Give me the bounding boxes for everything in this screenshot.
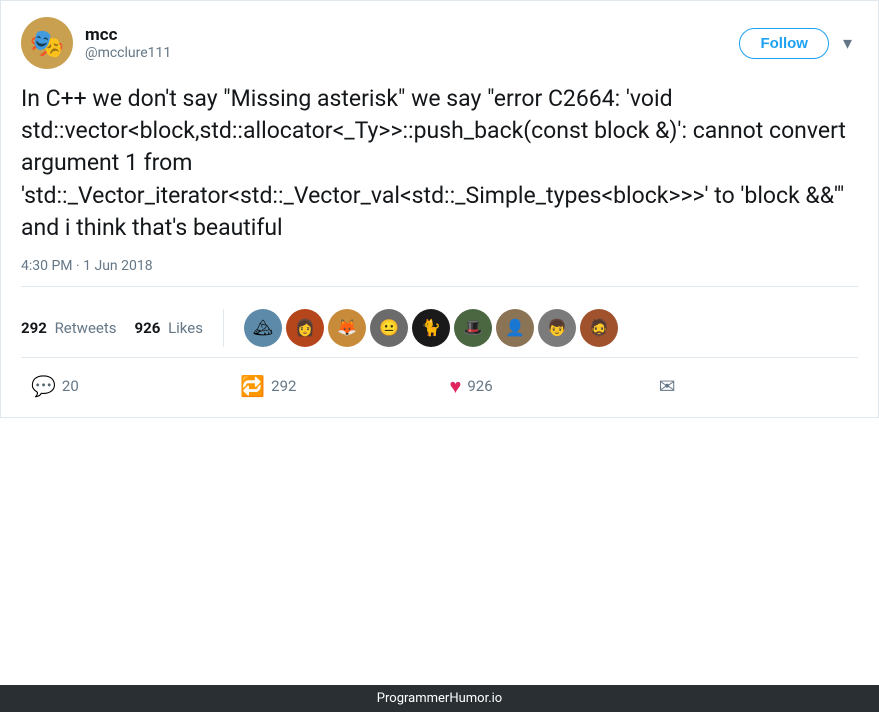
retweets-count: 292 [21,319,47,337]
avatar[interactable]: 🎭 [21,17,73,69]
reply-count: 20 [62,377,79,395]
tweet-header-left: 🎭 mcc @mcclure111 [21,17,171,69]
footer-text: ProgrammerHumor.io [377,691,502,706]
user-info: mcc @mcclure111 [85,25,171,61]
liker-avatar-6: 🎩 [454,309,492,347]
tweet-timestamp: 4:30 PM · 1 Jun 2018 [21,258,858,287]
retweet-count: 292 [271,377,296,395]
user-name: mcc [85,25,171,45]
retweets-stat: 292 Retweets [21,319,117,337]
stats-numbers: 292 Retweets 926 Likes [21,319,223,337]
like-count: 926 [467,377,492,395]
likers-avatar-row: 🏔 👩 🦊 😐 🐈 🎩 👤 👦 🧔 [223,309,618,347]
tweet-stats: 292 Retweets 926 Likes 🏔 👩 🦊 😐 🐈 🎩 👤 👦 🧔 [21,299,858,358]
liker-avatar-5: 🐈 [412,309,450,347]
liker-avatar-9: 🧔 [580,309,618,347]
liker-avatar-7: 👤 [496,309,534,347]
tweet-actions: 💬 20 🔁 292 ♥ 926 ✉ [21,358,858,417]
retweet-action[interactable]: 🔁 292 [230,368,439,404]
chevron-down-icon[interactable]: ▾ [837,29,858,58]
like-action[interactable]: ♥ 926 [440,368,649,405]
user-handle: @mcclure111 [85,45,171,61]
tweet-body: In C++ we don't say "Missing asterisk" w… [21,83,858,244]
tweet-header-right: Follow ▾ [739,28,858,59]
footer-bar: ProgrammerHumor.io [0,685,879,712]
liker-avatar-8: 👦 [538,309,576,347]
mail-icon: ✉ [659,374,676,398]
liker-avatar-4: 😐 [370,309,408,347]
heart-icon: ♥ [450,374,462,399]
likes-stat: 926 Likes [135,319,203,337]
tweet-header: 🎭 mcc @mcclure111 Follow ▾ [21,17,858,69]
tweet-card: 🎭 mcc @mcclure111 Follow ▾ In C++ we don… [0,0,879,418]
reply-icon: 💬 [31,374,56,398]
retweet-icon: 🔁 [240,374,265,398]
reply-action[interactable]: 💬 20 [21,368,230,404]
likes-label: Likes [168,319,203,337]
mail-action[interactable]: ✉ [649,368,858,404]
follow-button[interactable]: Follow [739,28,829,59]
liker-avatar-1: 🏔 [244,309,282,347]
liker-avatar-2: 👩 [286,309,324,347]
liker-avatar-3: 🦊 [328,309,366,347]
likes-count: 926 [135,319,161,337]
retweets-label: Retweets [55,319,117,337]
